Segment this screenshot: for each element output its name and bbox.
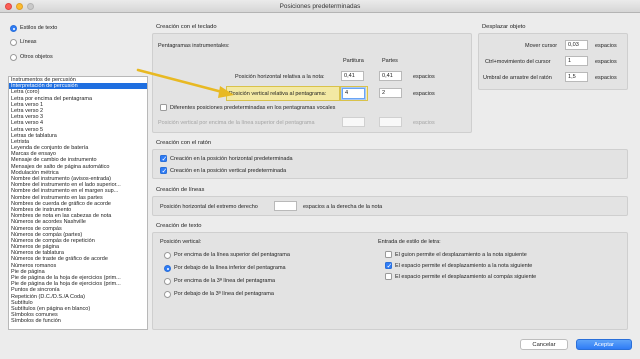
line-end-label: Posición horizontal del extremo derecho bbox=[160, 204, 258, 210]
horizontal-default-label: Creación en la posición horizontal prede… bbox=[170, 156, 293, 162]
radio-below-bottom-line-label: Por debajo de la línea inferior del pent… bbox=[174, 265, 286, 271]
line-end-field[interactable] bbox=[274, 201, 297, 211]
space-advance-note-checkbox[interactable] bbox=[385, 262, 392, 270]
vocal-parts-field[interactable] bbox=[379, 117, 402, 127]
horizontal-score-field[interactable]: 0,41 bbox=[341, 71, 364, 81]
text-style-list-items: Instrumentos de percusión Interpretación … bbox=[9, 77, 147, 325]
space-advance-note-label: El espacio permite el desplazamiento a l… bbox=[395, 263, 533, 269]
move-section-title: Desplazar objeto bbox=[482, 24, 526, 30]
vocal-score-field[interactable] bbox=[342, 117, 365, 127]
radio-below-third-line[interactable] bbox=[164, 291, 171, 298]
radio-below-bottom-line[interactable] bbox=[164, 265, 171, 272]
ok-button[interactable]: Aceptar bbox=[576, 339, 632, 350]
mouse-panel bbox=[152, 149, 628, 179]
window-title: Posiciones predeterminadas bbox=[279, 3, 361, 10]
zoom-window-icon[interactable] bbox=[27, 3, 34, 10]
annotation-arrow-icon bbox=[136, 68, 234, 98]
horizontal-position-label: Posición horizontal relativa a la nota: bbox=[235, 74, 325, 80]
move-cursor-label: Mover cursor bbox=[525, 43, 558, 49]
vertical-default-checkbox[interactable] bbox=[160, 167, 167, 175]
ctrl-move-unit: espacios bbox=[595, 59, 617, 65]
parts-column-header: Partes bbox=[382, 58, 398, 64]
vocal-staves-checkbox[interactable] bbox=[160, 104, 167, 111]
preferences-window: Posiciones predeterminadas Estilos de te… bbox=[0, 0, 640, 359]
radio-other-objects[interactable] bbox=[10, 54, 17, 61]
vocal-unit: espacios bbox=[413, 120, 435, 126]
list-item[interactable]: Símbolos de función bbox=[9, 318, 147, 324]
ctrl-move-label: Ctrl+movimiento del cursor bbox=[485, 59, 551, 65]
move-cursor-field[interactable]: 0,03 bbox=[565, 40, 588, 50]
text-style-list[interactable]: Instrumentos de percusión Interpretación … bbox=[8, 76, 148, 330]
space-advance-bar-label: El espacio permite el desplazamiento al … bbox=[395, 274, 537, 280]
move-cursor-unit: espacios bbox=[595, 43, 617, 49]
lyrics-entry-heading: Entrada de estilo de letra: bbox=[378, 239, 441, 245]
minimize-window-icon[interactable] bbox=[16, 3, 23, 10]
close-window-icon[interactable] bbox=[5, 3, 12, 10]
window-controls bbox=[5, 3, 34, 10]
ctrl-move-field[interactable]: 1 bbox=[565, 56, 588, 66]
instrumental-staves-heading: Pentagramas instrumentales: bbox=[158, 43, 230, 49]
radio-other-objects-label: Otros objetos bbox=[20, 54, 53, 60]
space-advance-bar-checkbox[interactable] bbox=[385, 273, 392, 280]
lines-section-title: Creación de líneas bbox=[156, 187, 205, 193]
radio-below-third-line-label: Por debajo de la 3ª línea del pentagrama bbox=[174, 291, 274, 297]
radio-lines[interactable] bbox=[10, 39, 17, 46]
radio-above-third-line-label: Por encima de la 3ª línea del pentagrama bbox=[174, 278, 276, 284]
radio-text-styles-label: Estilos de texto bbox=[20, 25, 58, 31]
cancel-button[interactable]: Cancelar bbox=[520, 339, 568, 350]
vertical-position-heading: Posición vertical: bbox=[160, 239, 202, 245]
text-section-title: Creación de texto bbox=[156, 223, 202, 229]
vertical-parts-field[interactable]: 2 bbox=[379, 88, 402, 98]
horizontal-unit: espacios bbox=[413, 74, 435, 80]
vertical-score-field[interactable]: 4 bbox=[342, 88, 365, 99]
title-bar: Posiciones predeterminadas bbox=[0, 0, 640, 13]
mouse-section-title: Creación con el ratón bbox=[156, 140, 212, 146]
radio-above-top-line[interactable] bbox=[164, 252, 171, 259]
hyphen-advance-label: El guion permite el desplazamiento a la … bbox=[395, 252, 527, 258]
vertical-unit: espacios bbox=[413, 91, 435, 97]
vertical-default-label: Creación en la posición vertical predete… bbox=[170, 168, 287, 174]
radio-text-styles[interactable] bbox=[10, 25, 17, 32]
vertical-position-label: Posición vertical relativa al pentagrama… bbox=[229, 91, 327, 97]
vocal-position-label: Posición vertical por encima de la línea… bbox=[158, 120, 315, 126]
hyphen-advance-checkbox[interactable] bbox=[385, 251, 392, 258]
line-end-unit: espacios a la derecha de la nota bbox=[303, 204, 383, 210]
radio-above-third-line[interactable] bbox=[164, 278, 171, 285]
keyboard-section-title: Creación con el teclado bbox=[156, 24, 217, 30]
score-column-header: Partitura bbox=[343, 58, 364, 64]
horizontal-default-checkbox[interactable] bbox=[160, 155, 167, 163]
radio-above-top-line-label: Por encima de la línea superior del pent… bbox=[174, 252, 290, 258]
drag-threshold-field[interactable]: 1,5 bbox=[565, 72, 588, 82]
vocal-staves-label: Diferentes posiciones predeterminadas en… bbox=[170, 105, 336, 111]
drag-threshold-label: Umbral de arrastre del ratón bbox=[483, 75, 552, 81]
radio-lines-label: Líneas bbox=[20, 39, 37, 45]
horizontal-parts-field[interactable]: 0,41 bbox=[379, 71, 402, 81]
drag-threshold-unit: espacios bbox=[595, 75, 617, 81]
